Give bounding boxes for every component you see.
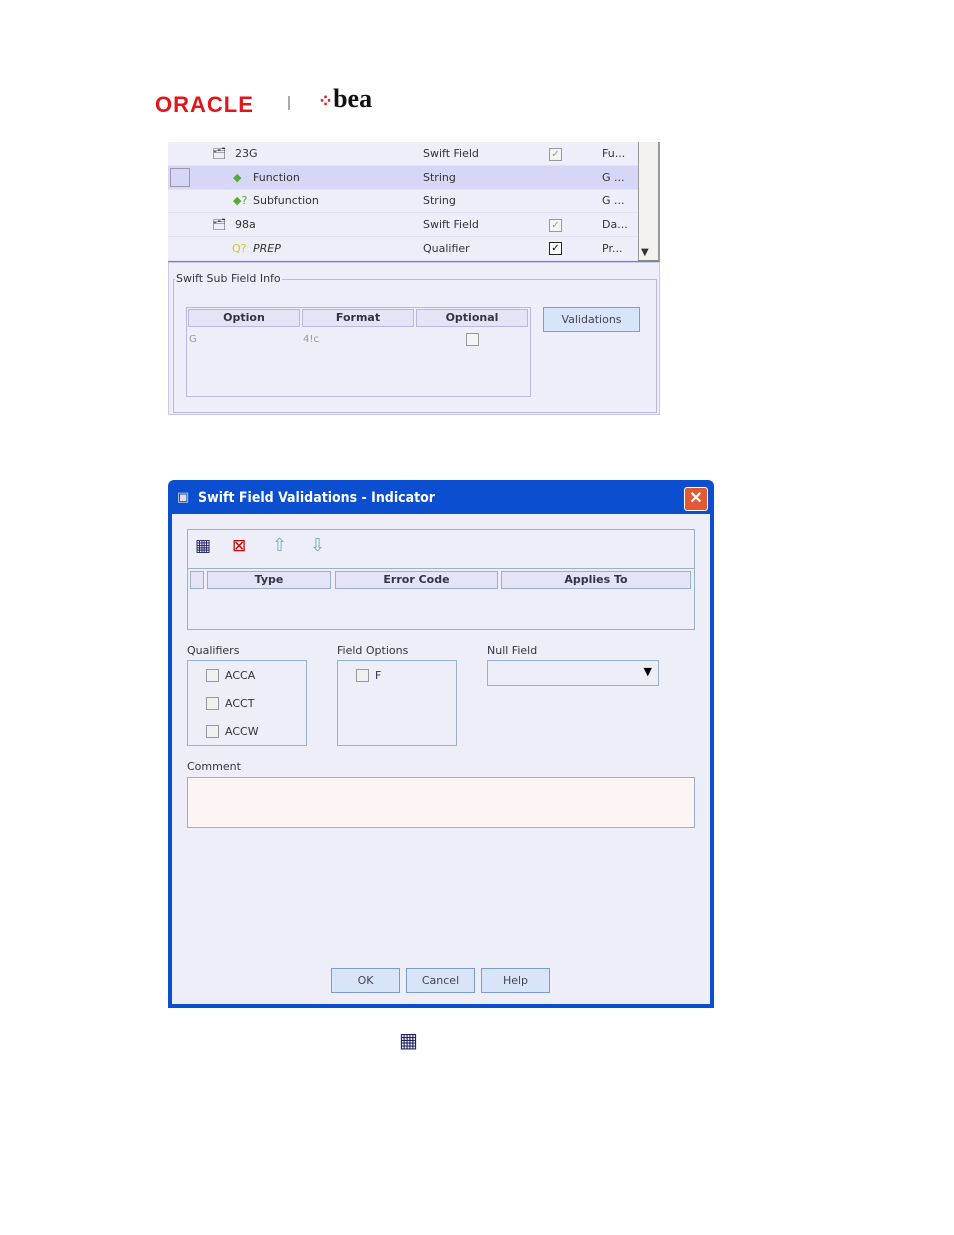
field-tree-table: 🗂 23G Swift Field ✓ Fu... ◆ Function String G .… [168, 142, 660, 262]
tree-checkbox[interactable]: ✓ [549, 219, 562, 232]
diamond-icon: ◆ [233, 171, 242, 184]
qualifier-checkbox-acca[interactable] [206, 669, 219, 682]
qualifier-label: ACCA [225, 669, 256, 682]
tree-item-name[interactable]: Function [253, 171, 300, 184]
qualifier-icon: Q? [232, 242, 247, 255]
tree-item-name[interactable]: PREP [253, 242, 281, 255]
tree-item-type: Swift Field [423, 218, 479, 231]
folder-icon: 🗂 [212, 147, 226, 160]
tree-item-extra: G ... [602, 171, 625, 184]
ok-button[interactable]: OK [331, 968, 400, 993]
tree-item-type: String [423, 194, 456, 207]
field-options-list: F [337, 660, 457, 746]
column-header-error-code[interactable]: Error Code [335, 571, 498, 589]
close-button[interactable]: ✕ [684, 487, 708, 511]
tree-item-name[interactable]: Subfunction [253, 194, 319, 207]
oracle-logo: ORACLE [155, 92, 254, 117]
qualifier-checkbox-acct[interactable] [206, 697, 219, 710]
cancel-button[interactable]: Cancel [406, 968, 475, 993]
vertical-scrollbar[interactable]: ▼ [638, 142, 658, 260]
scroll-down-icon[interactable]: ▼ [641, 247, 649, 258]
null-field-label: Null Field [487, 644, 538, 657]
validations-table: ▦ ⊠ ⇧ ⇩ Type Error Code Applies To [187, 529, 695, 630]
null-field-select[interactable]: ▼ [487, 660, 659, 686]
tree-item-name[interactable]: 23G [235, 147, 258, 160]
subfield-table: Option Format Optional G 4!c [186, 307, 531, 397]
qualifiers-list: ACCA ACCT ACCW [187, 660, 307, 746]
select-all-header[interactable] [190, 571, 204, 589]
qualifier-label: ACCW [225, 725, 259, 738]
cell-format: 4!c [303, 334, 319, 345]
column-header-option[interactable]: Option [188, 309, 300, 327]
qualifier-label: ACCT [225, 697, 255, 710]
bea-logo: ⁘bea [318, 84, 373, 113]
tree-item-type: Swift Field [423, 147, 479, 160]
tree-item-type: Qualifier [423, 242, 470, 255]
tree-item-extra: Pr... [602, 242, 623, 255]
logo-divider [288, 96, 290, 110]
qualifiers-label: Qualifiers [187, 644, 240, 657]
column-header-optional[interactable]: Optional [416, 309, 528, 327]
tree-item-extra: G ... [602, 194, 625, 207]
app-icon: ▣ [177, 490, 190, 505]
dialog-title: Swift Field Validations - Indicator [198, 490, 435, 506]
tree-checkbox[interactable]: ✓ [549, 242, 562, 255]
chevron-down-icon[interactable]: ▼ [644, 665, 652, 678]
help-button[interactable]: Help [481, 968, 550, 993]
tree-checkbox[interactable]: ✓ [549, 148, 562, 161]
delete-row-icon[interactable]: ⊠ [232, 536, 246, 556]
column-header-type[interactable]: Type [207, 571, 331, 589]
fieldset-legend: Swift Sub Field Info [175, 272, 282, 285]
field-option-checkbox-f[interactable] [356, 669, 369, 682]
field-options-label: Field Options [337, 644, 409, 657]
comment-textarea[interactable] [187, 777, 695, 828]
tree-item-name[interactable]: 98a [235, 218, 256, 231]
cell-option: G [189, 334, 197, 345]
move-up-icon[interactable]: ⇧ [272, 535, 287, 556]
swift-sub-field-info-panel: Swift Sub Field Info Option Format Optio… [168, 262, 660, 415]
optional-checkbox[interactable] [466, 333, 479, 346]
optional-diamond-icon: ◆? [233, 194, 248, 207]
add-row-icon: ▦ [399, 1028, 418, 1052]
swift-field-validations-dialog: ▣ Swift Field Validations - Indicator ✕ … [168, 480, 714, 1008]
folder-icon: 🗂 [212, 218, 226, 231]
validations-button[interactable]: Validations [543, 307, 640, 332]
qualifier-checkbox-accw[interactable] [206, 725, 219, 738]
comment-label: Comment [187, 760, 241, 773]
tree-item-extra: Da... [602, 218, 628, 231]
tree-item-extra: Fu... [602, 147, 626, 160]
tree-item-type: String [423, 171, 456, 184]
move-down-icon[interactable]: ⇩ [310, 535, 325, 556]
dialog-content: ▦ ⊠ ⇧ ⇩ Type Error Code Applies To Quali… [172, 514, 710, 1004]
field-option-label: F [375, 669, 382, 682]
column-header-format[interactable]: Format [302, 309, 414, 327]
row-selector[interactable] [170, 168, 190, 187]
column-header-applies-to[interactable]: Applies To [501, 571, 691, 589]
add-row-icon[interactable]: ▦ [195, 536, 211, 556]
